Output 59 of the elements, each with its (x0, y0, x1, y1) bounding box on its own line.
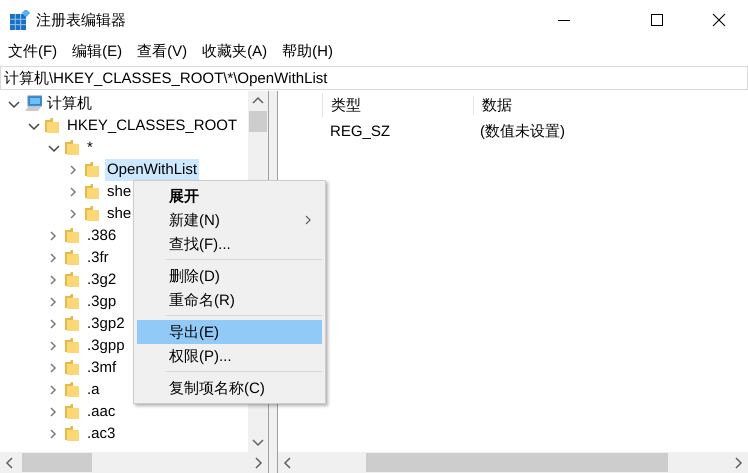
folder-icon (64, 249, 82, 267)
tree-item[interactable]: 计算机 (45, 93, 94, 115)
tree-item[interactable]: .386 (85, 225, 118, 247)
menu-item[interactable]: 删除(D) (137, 264, 322, 288)
menu-item[interactable]: 展开 (137, 184, 322, 208)
computer-icon (24, 95, 42, 113)
folder-icon (64, 425, 82, 443)
tree-item[interactable]: OpenWithList (105, 159, 200, 181)
folder-icon (64, 381, 82, 399)
maximize-icon[interactable] (650, 13, 664, 27)
folder-icon (44, 117, 62, 135)
menu-item[interactable]: 查看(V) (130, 42, 194, 61)
scroll-thumb[interactable] (249, 111, 267, 132)
menu-item[interactable]: 收藏夹(A) (195, 42, 274, 61)
menu-item[interactable]: 重命名(R) (137, 288, 322, 312)
folder-icon (64, 271, 82, 289)
menu-item[interactable]: 权限(P)... (137, 344, 322, 368)
menu-item[interactable]: 导出(E) (137, 320, 322, 344)
tree-item[interactable]: she (105, 203, 134, 225)
menu-item[interactable]: 查找(F)... (137, 232, 322, 256)
window-title: 注册表编辑器 (36, 10, 126, 30)
folder-icon (64, 403, 82, 421)
tree-item[interactable]: HKEY_CLASSES_ROOT (65, 115, 240, 137)
folder-icon (64, 359, 82, 377)
scroll-thumb[interactable] (366, 453, 668, 472)
tree-item[interactable]: * (85, 137, 95, 159)
table-cell-text: (数值未设置) (479, 122, 565, 140)
tree-item[interactable]: .3gp2 (85, 313, 127, 335)
folder-icon (64, 337, 82, 355)
scroll-thumb[interactable] (22, 453, 92, 472)
menu-item[interactable]: 帮助(H) (275, 42, 340, 61)
folder-icon (84, 183, 102, 201)
tree-item[interactable]: .3fr (85, 247, 111, 269)
tree-item[interactable]: .3gp (85, 291, 118, 313)
address-bar[interactable]: 计算机\HKEY_CLASSES_ROOT\*\OpenWithList (0, 66, 748, 90)
column-header[interactable]: 类型 (323, 96, 474, 114)
menu-item[interactable]: 复制项名称(C) (137, 376, 322, 400)
horizontal-scrollbar[interactable] (278, 452, 748, 473)
close-icon[interactable] (712, 13, 726, 27)
column-header[interactable]: 数据 (474, 96, 512, 114)
menu-item[interactable]: 编辑(E) (65, 42, 130, 61)
folder-icon (64, 139, 82, 157)
tree-item[interactable]: .ac3 (85, 423, 118, 445)
menu-item[interactable]: 新建(N) (137, 208, 322, 232)
tree-item[interactable]: .a (85, 379, 102, 401)
tree-item[interactable]: .aac (85, 401, 118, 423)
folder-icon (64, 227, 82, 245)
folder-icon (84, 161, 102, 179)
tree-item[interactable]: .3mf (85, 357, 118, 379)
tree-item[interactable]: .3gpp (85, 335, 127, 357)
folder-icon (84, 205, 102, 223)
horizontal-scrollbar[interactable] (0, 452, 268, 473)
folder-icon (64, 315, 82, 333)
tree-item[interactable]: .3g2 (85, 269, 118, 291)
tree-item[interactable]: she (105, 181, 134, 203)
menu-item[interactable]: 文件(F) (1, 42, 64, 61)
app-icon (10, 10, 30, 30)
table-cell-text: REG_SZ (329, 122, 392, 140)
folder-icon (64, 293, 82, 311)
